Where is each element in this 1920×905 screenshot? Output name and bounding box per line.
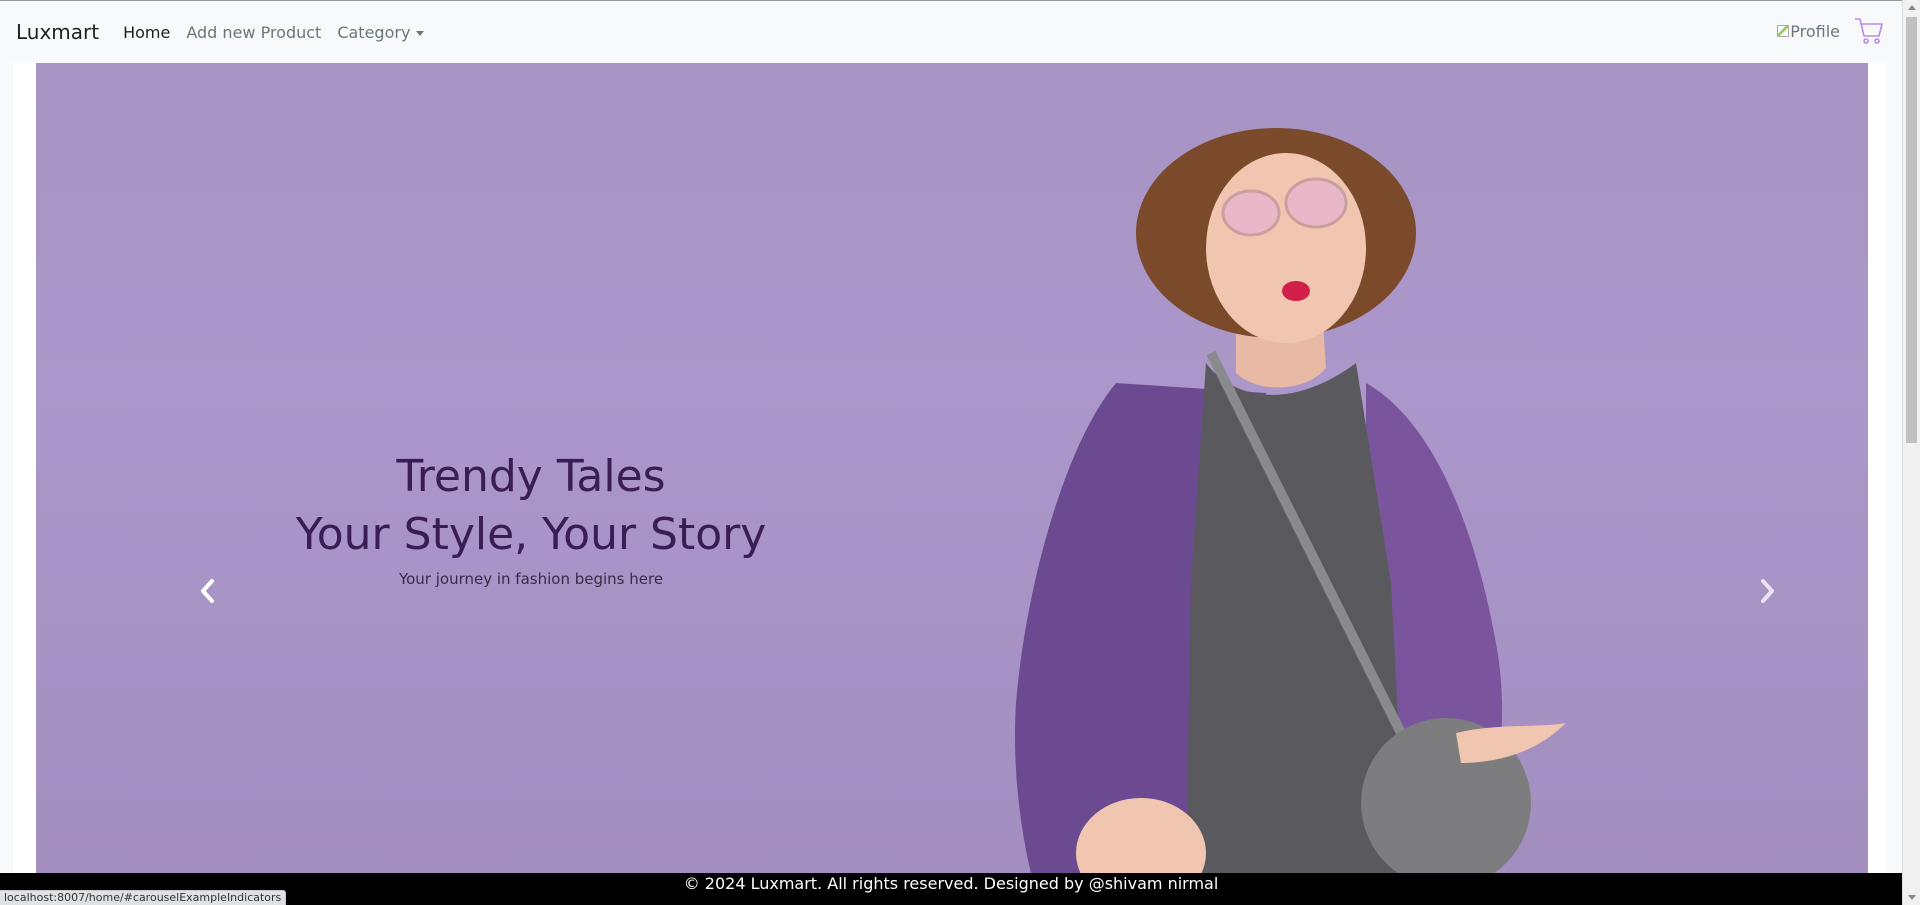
caption-title-line1: Trendy Tales	[396, 451, 666, 502]
browser-status-url: localhost:8007/home/#carouselExampleIndi…	[0, 890, 287, 905]
hero-carousel: Trendy Tales Your Style, Your Story Your…	[36, 63, 1868, 873]
brand-logo[interactable]: Luxmart	[16, 20, 99, 44]
cart-icon-svg	[1855, 18, 1883, 44]
page-gutter	[0, 63, 13, 873]
vertical-scrollbar[interactable]	[1902, 0, 1920, 905]
nav-link-add-new-product[interactable]: Add new Product	[186, 23, 321, 42]
caret-down-icon	[416, 30, 425, 36]
chevron-right-icon	[1761, 579, 1774, 603]
carousel-next-button[interactable]	[1755, 575, 1779, 607]
navbar: Luxmart Home Add new Product Category Pr…	[0, 0, 1902, 63]
nav-dropdown-category-label: Category	[337, 22, 411, 42]
nav-dropdown-category[interactable]: Category	[337, 22, 425, 42]
profile-image[interactable]: Profile	[1777, 22, 1840, 41]
carousel-caption: Trendy Tales Your Style, Your Story Your…	[251, 448, 811, 588]
carousel-prev-button[interactable]	[196, 575, 220, 607]
scroll-up-arrow-icon[interactable]	[1908, 5, 1916, 10]
caption-title-line2: Your Style, Your Story	[295, 509, 767, 560]
hero-model-image	[1014, 128, 1566, 873]
profile-alt-text: Profile	[1790, 21, 1840, 41]
caption-subtitle: Your journey in fashion begins here	[398, 570, 664, 588]
broken-image-icon	[1777, 25, 1790, 37]
cart-icon[interactable]	[1854, 17, 1884, 45]
footer-copyright: © 2024 Luxmart. All rights reserved. Des…	[683, 874, 1219, 893]
scroll-down-arrow-icon[interactable]	[1908, 895, 1916, 900]
chevron-left-icon	[201, 579, 214, 603]
nav-link-home[interactable]: Home	[123, 23, 170, 42]
nav-right: Profile	[1777, 17, 1884, 45]
scroll-thumb[interactable]	[1906, 17, 1917, 443]
